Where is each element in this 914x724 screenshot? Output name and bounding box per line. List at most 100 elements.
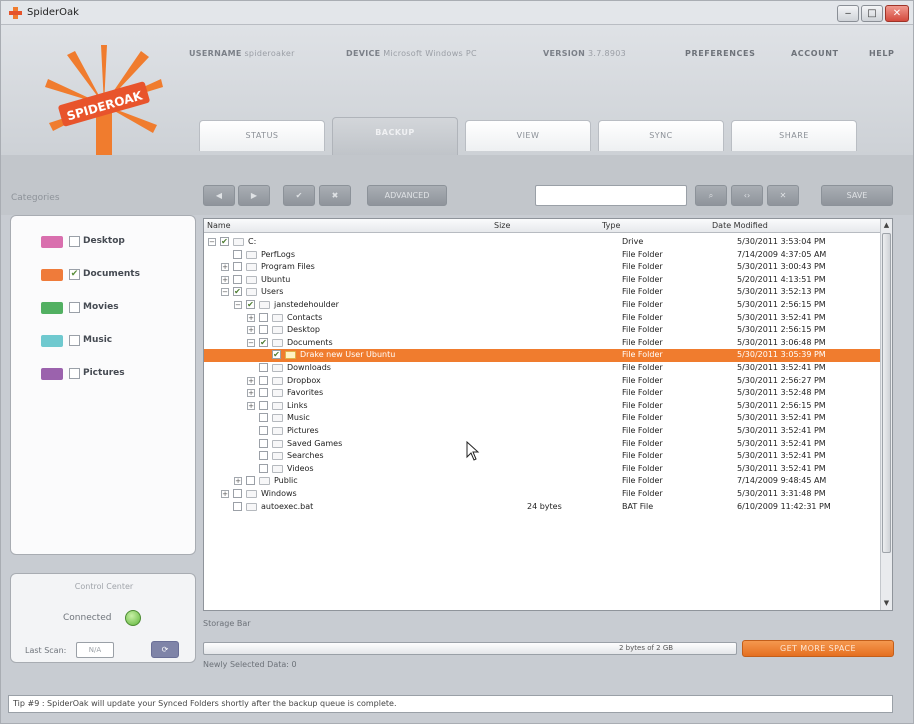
row-checkbox[interactable] — [259, 438, 268, 448]
rescan-button[interactable]: ⟳ — [151, 641, 179, 658]
expand-icon[interactable]: + — [247, 313, 255, 322]
expand-icon[interactable]: + — [247, 326, 255, 335]
tab-status[interactable]: STATUS — [199, 120, 325, 151]
save-button[interactable]: SAVE — [821, 185, 893, 206]
expand-icon[interactable]: + — [221, 263, 229, 272]
row-checkbox[interactable] — [259, 325, 268, 335]
tree-row[interactable]: − ✔ Users File Folder 5/30/2011 3:52:13 PM — [204, 286, 880, 299]
collapse-icon[interactable]: − — [247, 338, 255, 347]
pictures-checkbox[interactable] — [69, 368, 80, 379]
row-type: File Folder — [622, 451, 663, 461]
folder-icon — [246, 502, 257, 511]
close-button[interactable]: ✕ — [885, 5, 909, 22]
tree-row[interactable]: + Dropbox File Folder 5/30/2011 2:56:27 PM — [204, 375, 880, 388]
row-checkbox[interactable] — [259, 375, 268, 385]
row-checkbox[interactable] — [233, 501, 242, 511]
tree-row[interactable]: − ✔ C: Drive 5/30/2011 3:53:04 PM — [204, 236, 880, 249]
documents-checkbox[interactable]: ✔ — [69, 269, 80, 280]
help-link[interactable]: HELP — [869, 49, 895, 58]
tree-scrollbar[interactable]: ▲ ▼ — [880, 219, 892, 610]
tree-row[interactable]: Videos File Folder 5/30/2011 3:52:41 PM — [204, 463, 880, 476]
documents-swatch — [41, 269, 63, 281]
expand-icon[interactable]: + — [221, 275, 229, 284]
preferences-link[interactable]: PREFERENCES — [685, 49, 755, 58]
row-type: File Folder — [622, 249, 663, 259]
expand-all-button[interactable]: ▶ — [238, 185, 270, 206]
get-more-space-button[interactable]: GET MORE SPACE — [742, 640, 894, 657]
tree-row[interactable]: Downloads File Folder 5/30/2011 3:52:41 PM — [204, 362, 880, 375]
row-checkbox[interactable] — [246, 476, 255, 486]
expand-icon[interactable]: + — [247, 389, 255, 398]
folder-icon — [246, 288, 257, 297]
clear-search-button[interactable]: ✕ — [767, 185, 799, 206]
scroll-down-icon[interactable]: ▼ — [881, 597, 892, 609]
tree-row[interactable]: Saved Games File Folder 5/30/2011 3:52:41 … — [204, 438, 880, 451]
tree-row[interactable]: Pictures File Folder 5/30/2011 3:52:41 PM — [204, 425, 880, 438]
row-checkbox[interactable] — [259, 312, 268, 322]
deselect-button[interactable]: ✖ — [319, 185, 351, 206]
select-button[interactable]: ✔ — [283, 185, 315, 206]
row-checkbox[interactable] — [259, 413, 268, 423]
row-checkbox[interactable]: ✔ — [220, 237, 229, 246]
search-button[interactable]: ⌕ — [695, 185, 727, 206]
tree-row[interactable]: + Ubuntu File Folder 5/20/2011 4:13:51 PM — [204, 274, 880, 287]
row-checkbox[interactable] — [233, 489, 242, 498]
tree-row[interactable]: + Program Files File Folder 5/30/2011 3:00:… — [204, 261, 880, 274]
advanced-button[interactable]: ADVANCED — [367, 185, 447, 206]
tree-row[interactable]: + Windows File Folder 5/30/2011 3:31:48 PM — [204, 488, 880, 501]
row-checkbox[interactable]: ✔ — [233, 287, 242, 297]
row-checkbox[interactable]: ✔ — [259, 337, 268, 347]
row-checkbox[interactable] — [259, 388, 268, 398]
collapse-icon[interactable]: − — [234, 301, 242, 309]
row-checkbox[interactable] — [259, 426, 268, 435]
tab-sync[interactable]: SYNC — [598, 120, 724, 151]
desktop-checkbox[interactable] — [69, 236, 80, 247]
account-link[interactable]: ACCOUNT — [791, 49, 839, 58]
row-checkbox[interactable] — [259, 463, 268, 473]
tab-backup[interactable]: BACKUP — [332, 117, 458, 155]
column-date-modified[interactable]: Date Modified — [712, 221, 768, 230]
tree-row[interactable]: ✔ Drake new User Ubuntu File Folder 5/30/20… — [204, 349, 880, 362]
tree-row[interactable]: + Public File Folder 7/14/2009 9:48:45 AM — [204, 475, 880, 488]
tree-row[interactable]: + Links File Folder 5/30/2011 2:56:15 PM — [204, 400, 880, 413]
expand-icon[interactable]: + — [247, 376, 255, 385]
search-input[interactable] — [535, 185, 687, 206]
tree-row[interactable]: − ✔ janstedehoulder File Folder 5/30/2011 2:… — [204, 299, 880, 312]
scroll-up-icon[interactable]: ▲ — [881, 219, 892, 231]
row-checkbox[interactable] — [259, 400, 268, 410]
minimize-button[interactable]: ‒ — [837, 5, 859, 22]
scrollbar-thumb[interactable] — [882, 233, 891, 553]
tree-row[interactable]: PerfLogs File Folder 7/14/2009 4:37:05 AM — [204, 249, 880, 262]
row-checkbox[interactable] — [259, 363, 268, 372]
collapse-icon[interactable]: − — [208, 238, 216, 246]
collapse-all-button[interactable]: ◀ — [203, 185, 235, 206]
column-type[interactable]: Type — [602, 221, 620, 230]
expand-icon[interactable]: + — [247, 401, 255, 410]
row-type: File Folder — [622, 476, 663, 486]
expand-icon[interactable]: + — [234, 477, 242, 486]
tree-row[interactable]: autoexec.bat 24 bytes BAT File 6/10/2009 11… — [204, 501, 880, 514]
maximize-button[interactable]: □ — [861, 5, 883, 22]
navigate-results-button[interactable]: ‹› — [731, 185, 763, 206]
tree-row[interactable]: Searches File Folder 5/30/2011 3:52:41 PM — [204, 450, 880, 463]
tree-row[interactable]: Music File Folder 5/30/2011 3:52:41 PM — [204, 412, 880, 425]
tree-row[interactable]: − ✔ Documents File Folder 5/30/2011 3:06:48 … — [204, 337, 880, 350]
row-checkbox[interactable] — [233, 274, 242, 284]
row-checkbox[interactable]: ✔ — [272, 350, 281, 360]
tree-row[interactable]: + Desktop File Folder 5/30/2011 2:56:15 PM — [204, 324, 880, 337]
tree-row[interactable]: + Favorites File Folder 5/30/2011 3:52:48 P… — [204, 387, 880, 400]
music-checkbox[interactable] — [69, 335, 80, 346]
row-checkbox[interactable]: ✔ — [246, 300, 255, 309]
tree-row[interactable]: + Contacts File Folder 5/30/2011 3:52:41 PM — [204, 312, 880, 325]
row-checkbox[interactable] — [259, 451, 268, 461]
collapse-icon[interactable]: − — [221, 288, 229, 297]
last-scan-label: Last Scan: — [25, 646, 67, 655]
row-checkbox[interactable] — [233, 249, 242, 259]
column-size[interactable]: Size — [494, 221, 510, 230]
tab-view[interactable]: VIEW — [465, 120, 591, 151]
column-name[interactable]: Name — [207, 221, 231, 230]
row-checkbox[interactable] — [233, 262, 242, 272]
tab-share[interactable]: SHARE — [731, 120, 857, 151]
expand-icon[interactable]: + — [221, 490, 229, 498]
movies-checkbox[interactable] — [69, 302, 80, 313]
